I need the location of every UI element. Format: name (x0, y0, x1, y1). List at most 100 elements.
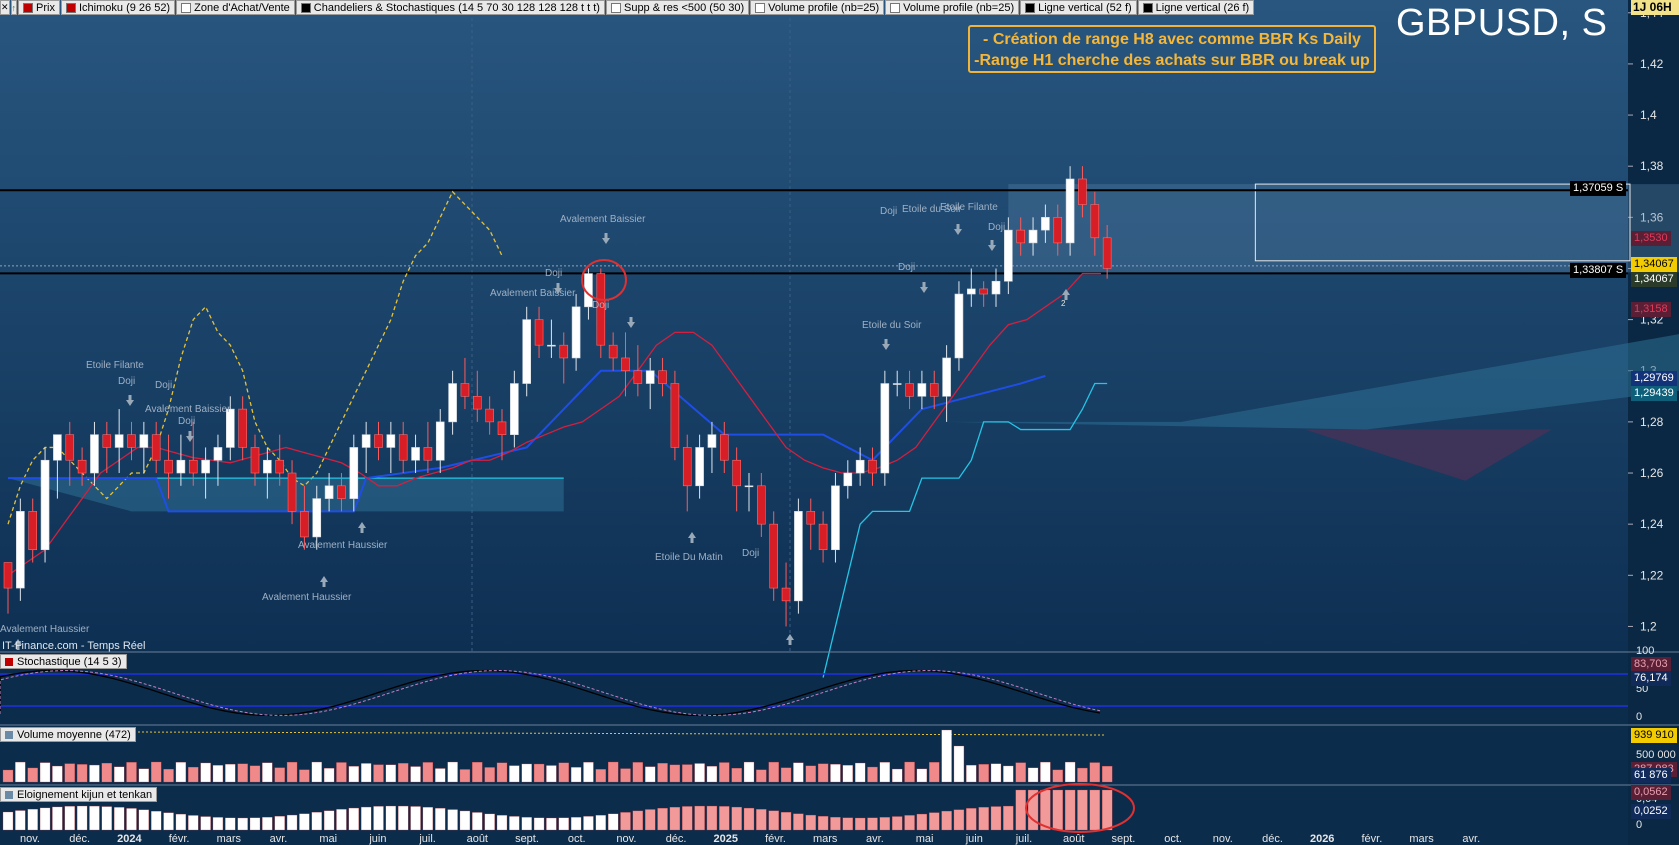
time-axis-label: sept. (515, 833, 539, 845)
candle-body (942, 357, 951, 397)
timeframe-badge[interactable]: 1J 06H (1631, 0, 1679, 15)
price-tick-label: 1,42 (1640, 57, 1664, 71)
eloignement-bar (422, 807, 434, 831)
candle-body (16, 511, 25, 589)
eloignement-bar (373, 806, 384, 831)
candle-body (28, 511, 38, 551)
volume-bar (521, 763, 532, 783)
eloignement-bar (2, 811, 14, 831)
toolbar-item-0[interactable]: Prix (18, 0, 60, 15)
eloignement-bar (274, 816, 285, 831)
volume-bar (262, 762, 273, 783)
red-lower-label: 1,3158 (1631, 302, 1671, 317)
eloignement-bar (299, 813, 310, 831)
price-chart[interactable]: 1,441,421,41,381,361,341,321,31,281,261,… (0, 0, 1679, 845)
level-label-upper[interactable]: 1,37059 S (1570, 181, 1627, 196)
candle-body (176, 459, 186, 474)
candle-body (868, 459, 877, 474)
candle-body (238, 408, 247, 448)
volume-bar (817, 763, 829, 783)
volume-bar (842, 765, 853, 783)
time-axis-label: avr. (1462, 833, 1480, 845)
eloignement-bar (225, 817, 236, 831)
volume-title: Volume moyenne (472) (17, 728, 131, 741)
volume-bar (138, 768, 150, 783)
candle-body (213, 447, 223, 461)
toolbar-item-6[interactable]: Volume profile (nb=25) (885, 0, 1020, 15)
volume-bar (237, 763, 248, 783)
candle-body (806, 511, 816, 525)
volume-bar (608, 761, 619, 783)
eloignement-bar (348, 807, 359, 831)
volume-bar (151, 761, 162, 783)
volume-bar (472, 762, 483, 783)
close-icon[interactable]: ✕ (0, 0, 10, 15)
candle-body (695, 447, 704, 487)
toolbar-item-label: Volume profile (nb=25) (768, 1, 880, 14)
eloignement-bar (570, 817, 582, 831)
eloignement-title: Eloignement kijun et tenkan (17, 788, 153, 801)
time-axis-label: nov. (20, 833, 40, 845)
pattern-annotation-label: Doji (178, 416, 195, 427)
eloignement-header[interactable]: Eloignement kijun et tenkan (0, 787, 158, 802)
volume-bar (188, 766, 199, 783)
volume-label-3: 61 876 (1631, 768, 1671, 783)
eloignement-bar (1003, 805, 1014, 831)
toolbar-item-5[interactable]: Volume profile (nb=25) (750, 0, 885, 15)
eloignement-bar (114, 807, 125, 831)
volume-bar (1003, 765, 1014, 783)
time-axis-label: sept. (1111, 833, 1135, 845)
candle-body (263, 459, 272, 474)
toolbar-item-label: Zone d'Achat/Vente (194, 1, 290, 14)
stochastic-header[interactable]: Stochastique (14 5 3) (0, 654, 127, 669)
candle-body (905, 383, 914, 397)
eloignement-bar (682, 806, 693, 831)
eloignement-bar (1102, 789, 1113, 831)
eloignement-bar (756, 809, 767, 831)
toolbar-item-8[interactable]: Ligne vertical (26 f) (1137, 0, 1255, 15)
toolbar-item-label: Ichimoku (9 26 52) (79, 1, 171, 14)
arrow-icon[interactable]: ↑ (10, 0, 18, 15)
eloignement-bar (892, 816, 903, 831)
toolbar-item-2[interactable]: Zone d'Achat/Vente (176, 0, 295, 15)
legend-swatch-icon (610, 2, 621, 13)
eloignement-bar (262, 817, 273, 831)
candle-body (40, 459, 50, 551)
eloignement-bar (595, 815, 606, 831)
candle-body (497, 421, 507, 435)
price-tick-label: 1,26 (1640, 466, 1664, 480)
candle-body (510, 383, 519, 435)
candle-body (522, 319, 532, 384)
level-label-lower[interactable]: 1,33807 S (1570, 263, 1627, 278)
eloignement-bar (1015, 789, 1026, 831)
volume-header[interactable]: Volume moyenne (472) (0, 727, 136, 742)
toolbar-item-label: Supp & res <500 (50 30) (623, 1, 745, 14)
toolbar-item-7[interactable]: Ligne vertical (52 f) (1020, 0, 1137, 15)
volume-bar (274, 767, 285, 783)
time-axis-label: févr. (1362, 833, 1383, 845)
candle-body (831, 485, 840, 551)
candle-body (769, 523, 779, 589)
candle-body (275, 459, 285, 474)
eloignement-bar (286, 814, 298, 831)
pattern-annotation-label: Avalement Baissier (560, 214, 646, 225)
panel-color-icon (5, 730, 13, 739)
toolbar-item-3[interactable]: Chandeliers & Stochastiques (14 5 70 30 … (295, 0, 605, 15)
candle-body (682, 447, 692, 487)
volume-bar (200, 762, 211, 783)
volume-bar (459, 769, 471, 783)
volume-bar (311, 761, 322, 783)
candle-body (102, 434, 112, 448)
yellow-price-label: 1,34067 (1631, 257, 1677, 272)
volume-bar (669, 764, 681, 783)
price-tick-label: 1,24 (1640, 517, 1664, 531)
time-axis-label: 2024 (117, 833, 142, 845)
panel-color-icon (5, 657, 13, 666)
eloignement-bar (793, 813, 804, 831)
candle-body (559, 344, 569, 359)
red-upper-label: 1,3530 (1631, 231, 1671, 246)
volume-bar (1040, 761, 1051, 783)
toolbar-item-4[interactable]: Supp & res <500 (50 30) (605, 0, 750, 15)
candle-body (114, 434, 124, 448)
toolbar-item-1[interactable]: Ichimoku (9 26 52) (61, 0, 176, 15)
